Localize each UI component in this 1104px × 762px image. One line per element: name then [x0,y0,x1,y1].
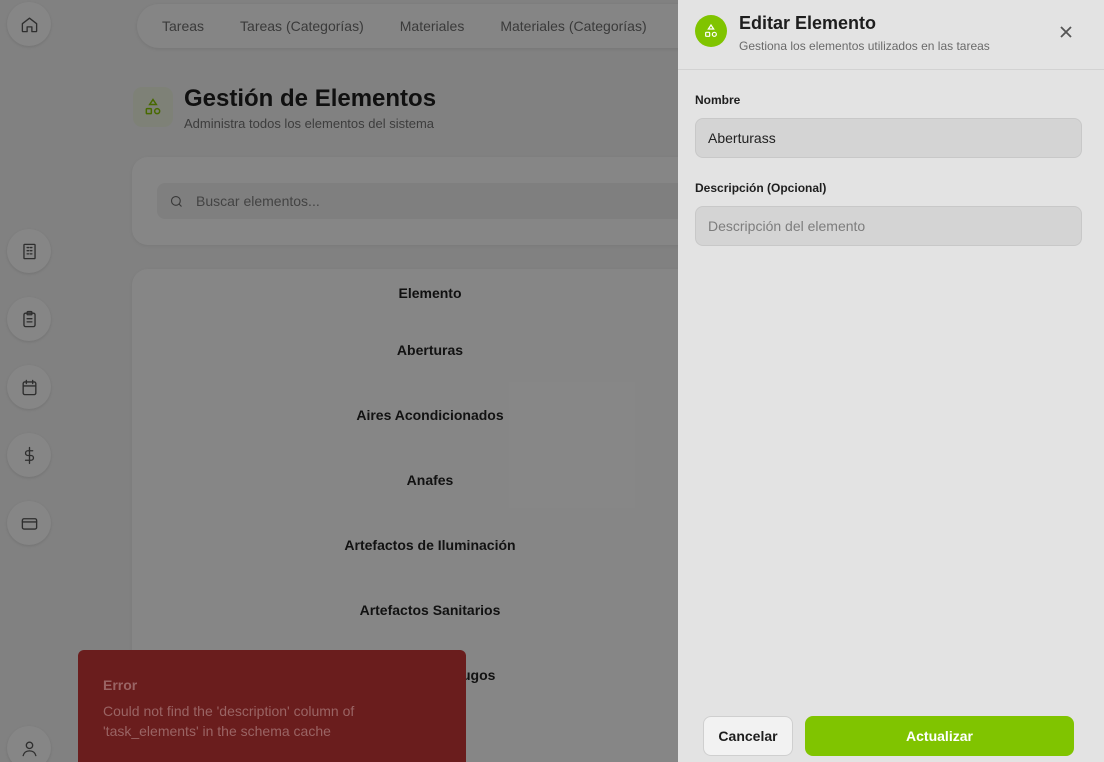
drawer-subtitle: Gestiona los elementos utilizados en las… [739,39,990,53]
edit-element-drawer: Editar Elemento Gestiona los elementos u… [678,0,1104,762]
name-field [695,118,1082,158]
description-input[interactable] [696,207,1081,245]
toast-title: Error [103,677,138,693]
name-label: Nombre [695,93,741,107]
elements-icon [695,15,727,47]
name-input[interactable] [696,119,1081,157]
drawer-header: Editar Elemento Gestiona los elementos u… [678,0,1104,70]
update-button[interactable]: Actualizar [805,716,1074,756]
description-label: Descripción (Opcional) [695,181,827,195]
description-field [695,206,1082,246]
close-button[interactable] [1056,22,1076,42]
modal-overlay[interactable] [0,0,678,762]
drawer-footer: Cancelar Actualizar [678,700,1104,762]
error-toast[interactable]: Error Could not find the 'description' c… [78,650,466,762]
toast-message: Could not find the 'description' column … [103,703,355,739]
close-icon [1060,26,1072,38]
cancel-button[interactable]: Cancelar [703,716,793,756]
drawer-title: Editar Elemento [739,13,877,33]
